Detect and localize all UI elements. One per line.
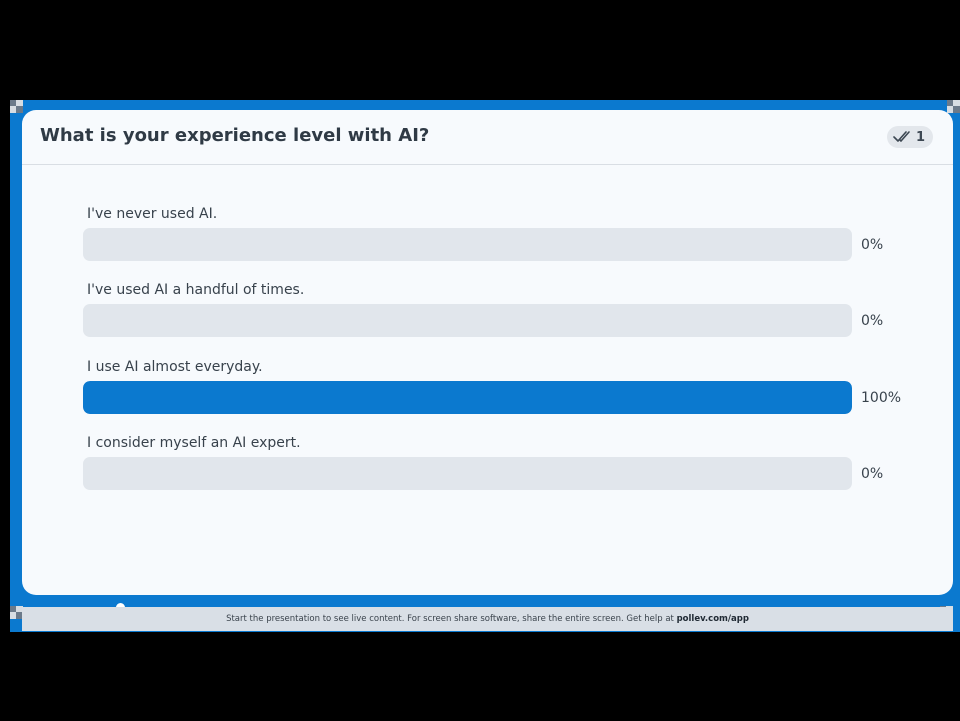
poll-option: I've used AI a handful of times. 0%: [83, 282, 923, 342]
double-check-icon: [893, 130, 913, 144]
option-label: I've never used AI.: [87, 206, 218, 222]
option-percent: 0%: [861, 237, 884, 253]
help-link[interactable]: pollev.com/app: [677, 614, 749, 624]
option-label: I consider myself an AI expert.: [87, 435, 301, 451]
poll-option: I consider myself an AI expert. 0%: [83, 435, 923, 495]
option-label: I use AI almost everyday.: [87, 359, 263, 375]
option-percent: 0%: [861, 313, 884, 329]
response-count-badge: 1: [886, 126, 933, 148]
result-bar: [83, 228, 852, 261]
option-percent: 100%: [861, 390, 902, 406]
poll-header: What is your experience level with AI? 1: [22, 110, 953, 165]
footer-banner: Start the presentation to see live conte…: [22, 607, 953, 631]
result-bar-fill: [83, 381, 852, 414]
response-count: 1: [915, 129, 925, 145]
result-bar: [83, 381, 852, 414]
poll-option: I use AI almost everyday. 100%: [83, 359, 923, 419]
footer-text: Start the presentation to see live conte…: [226, 614, 677, 624]
result-bar: [83, 457, 852, 490]
result-bar: [83, 304, 852, 337]
option-percent: 0%: [861, 466, 884, 482]
option-label: I've used AI a handful of times.: [87, 282, 305, 298]
poll-title: What is your experience level with AI?: [40, 125, 430, 146]
poll-card: What is your experience level with AI? 1…: [22, 110, 953, 595]
poll-option: I've never used AI. 0%: [83, 206, 923, 266]
